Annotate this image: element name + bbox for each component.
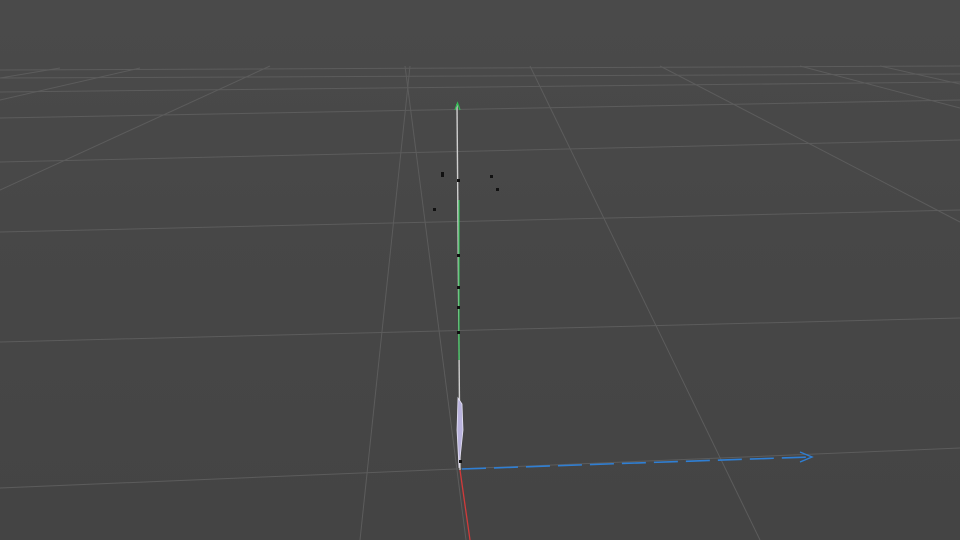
vertex-points[interactable] xyxy=(433,172,499,463)
object-base[interactable] xyxy=(456,396,464,469)
vertex[interactable] xyxy=(433,208,436,211)
vertex[interactable] xyxy=(457,254,460,257)
vertex[interactable] xyxy=(459,460,462,463)
grid-line xyxy=(879,65,960,85)
grid-line xyxy=(359,65,411,540)
grid-line xyxy=(529,65,761,540)
vertex[interactable] xyxy=(457,286,460,289)
grid-line xyxy=(0,67,141,101)
grid-line xyxy=(0,65,960,71)
grid-line xyxy=(0,317,960,343)
grid-line xyxy=(0,99,960,119)
3d-viewport[interactable] xyxy=(0,0,960,540)
vertex[interactable] xyxy=(496,188,499,191)
grid-line xyxy=(659,65,960,223)
vertex[interactable] xyxy=(441,172,444,177)
vertex[interactable] xyxy=(490,175,493,178)
grid-line xyxy=(0,65,271,191)
vertex[interactable] xyxy=(457,179,460,182)
vertex[interactable] xyxy=(457,331,460,334)
z-axis-line[interactable] xyxy=(461,456,811,470)
transform-gizmo[interactable] xyxy=(454,101,814,540)
viewport-canvas[interactable] xyxy=(0,0,960,540)
grid-line xyxy=(0,81,960,93)
grid-line xyxy=(0,209,960,233)
grid-line xyxy=(0,73,960,79)
vertex[interactable] xyxy=(457,306,460,309)
grid-line xyxy=(0,139,960,163)
